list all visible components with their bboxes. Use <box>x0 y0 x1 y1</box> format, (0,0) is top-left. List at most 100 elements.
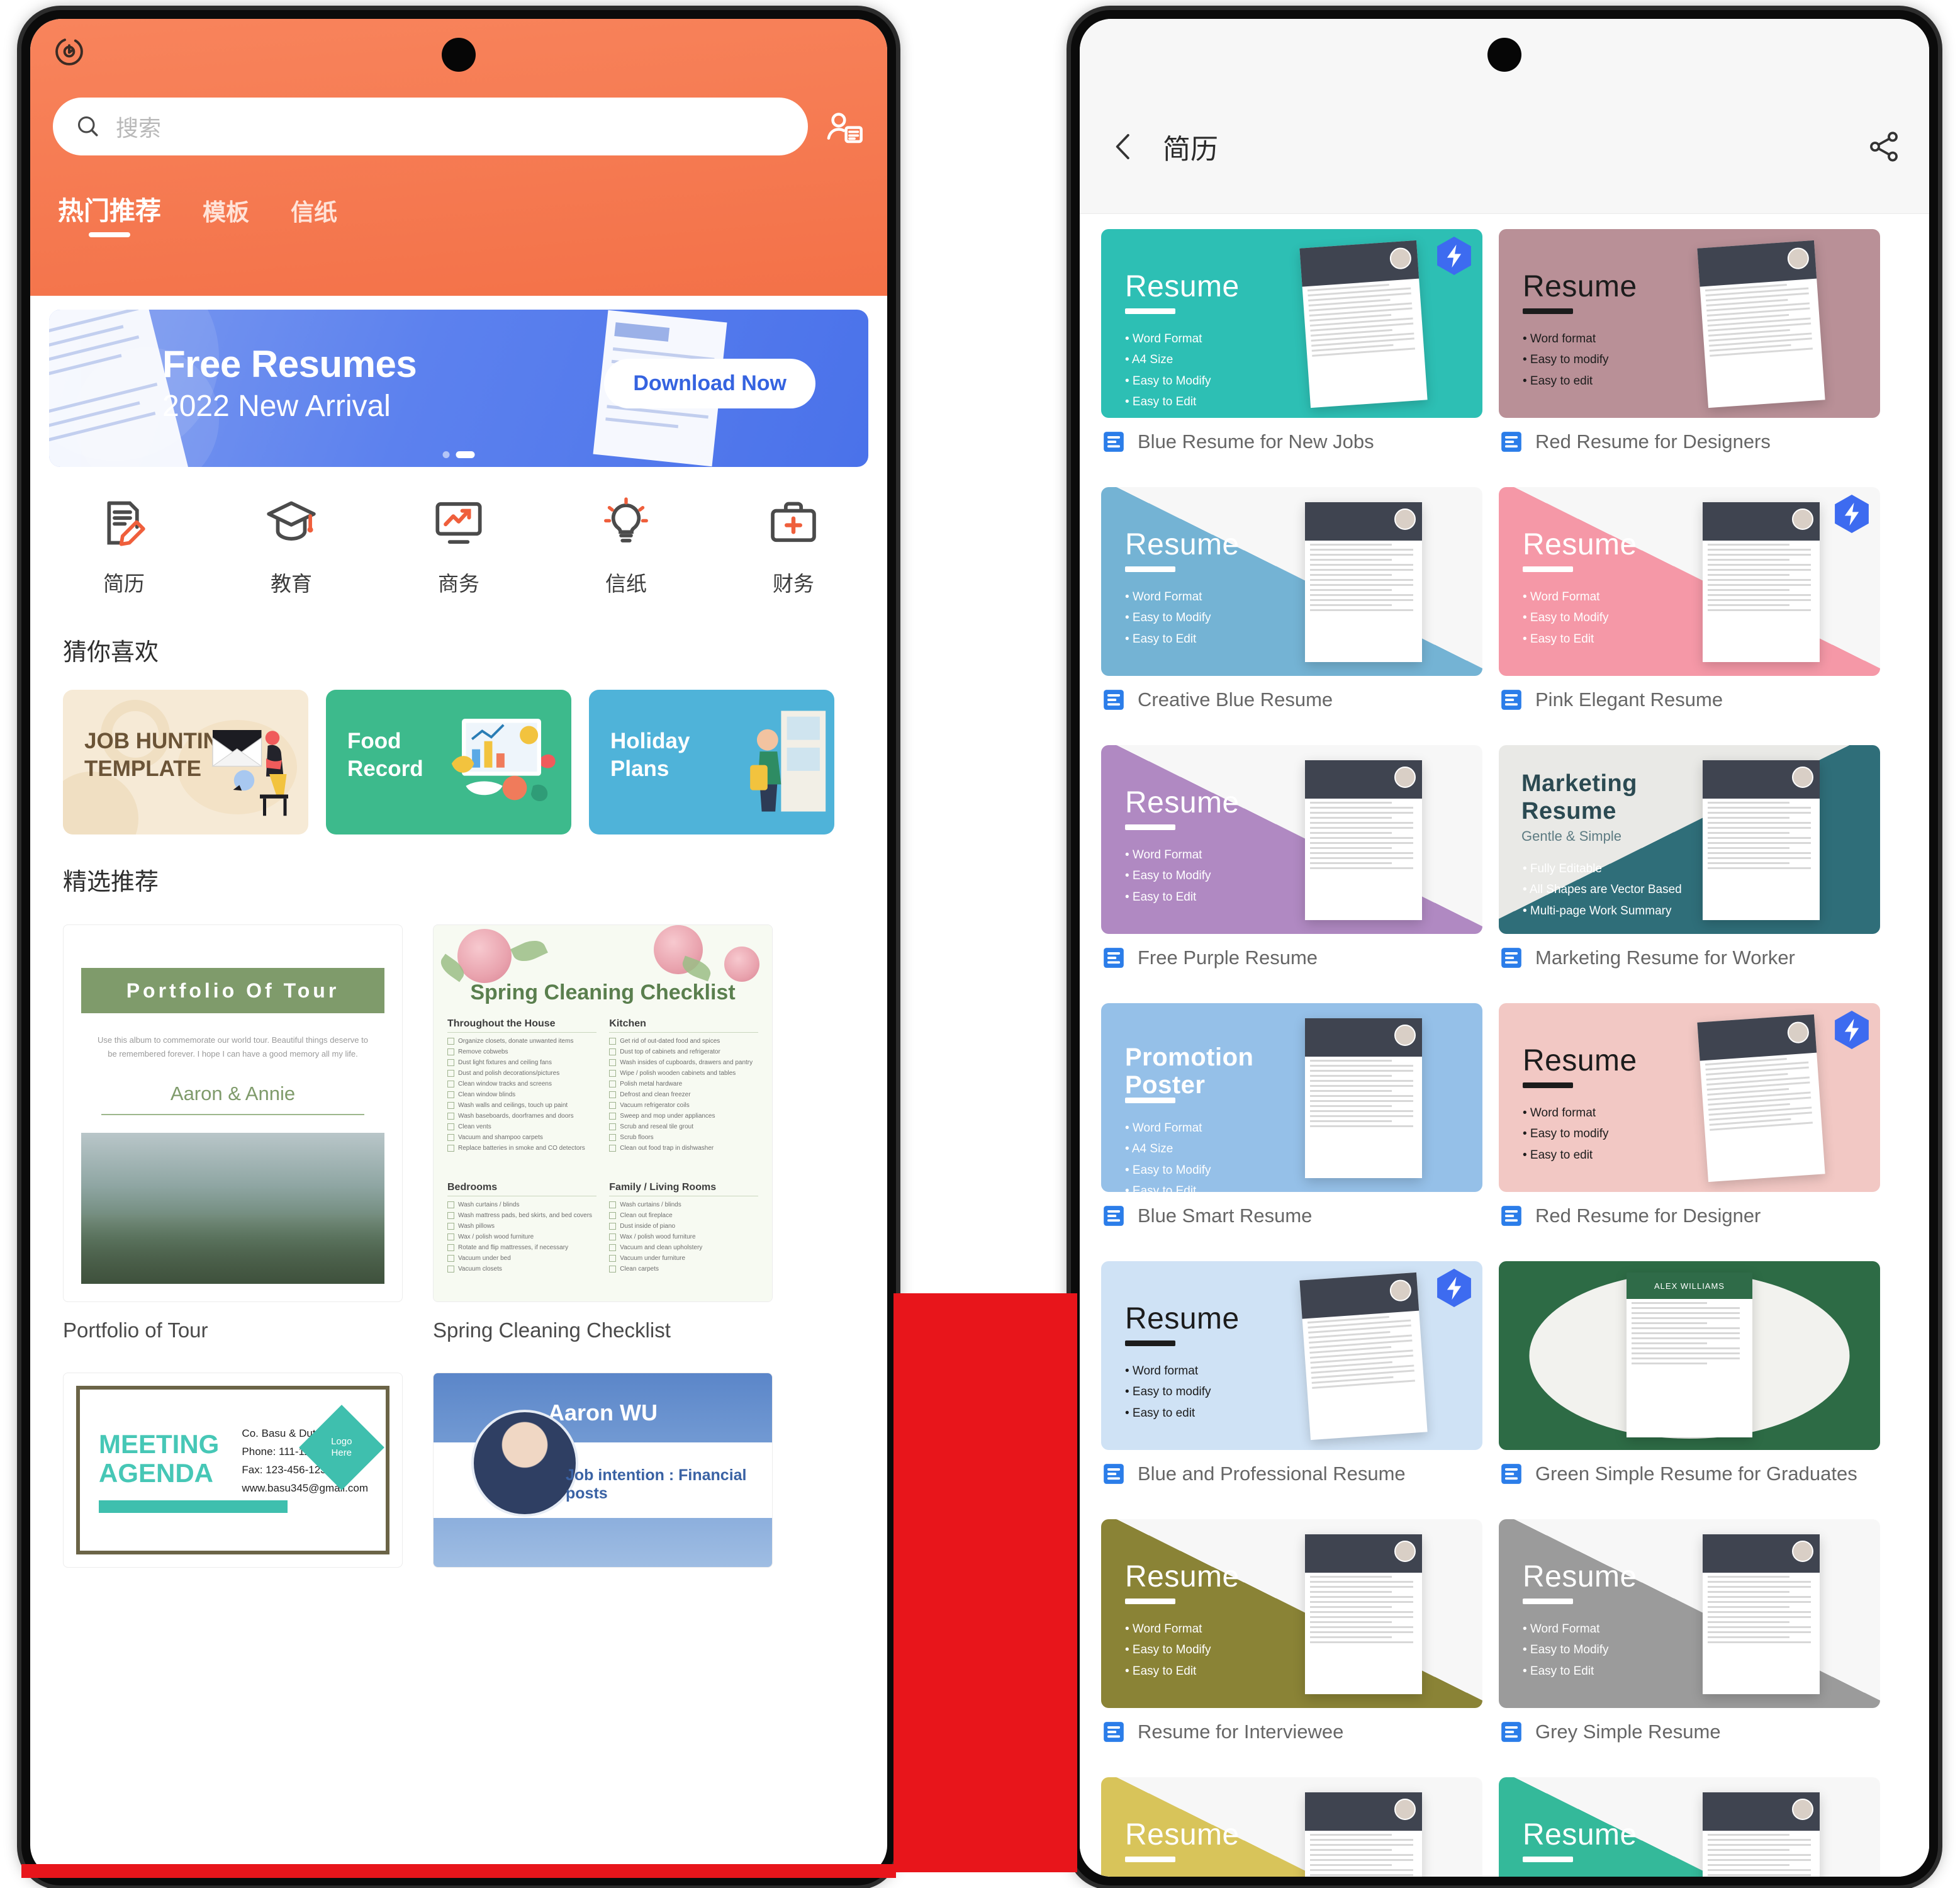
category-letterhead[interactable]: 信纸 <box>579 496 673 597</box>
checklist-item[interactable]: Vacuum under bed <box>447 1255 596 1262</box>
checkbox-icon[interactable] <box>447 1081 454 1087</box>
featured-item-meeting-agenda[interactable]: MEETING AGENDA Co. Basu & Dutta Phone: 1… <box>63 1373 403 1568</box>
resume-thumbnail[interactable]: Resume • Word Format • Easy to Modify • Ea… <box>1101 745 1482 934</box>
checklist-item[interactable]: Sweep and mop under appliances <box>609 1113 758 1120</box>
checkbox-icon[interactable] <box>447 1102 454 1109</box>
checkbox-icon[interactable] <box>447 1244 454 1251</box>
checklist-item[interactable]: Vacuum refrigerator coils <box>609 1102 758 1109</box>
category-education[interactable]: 教育 <box>244 496 339 597</box>
checklist-item[interactable]: Polish metal hardware <box>609 1081 758 1087</box>
checklist-item[interactable]: Rotate and flip mattresses, if necessary <box>447 1244 596 1251</box>
app-logo-icon[interactable] <box>53 35 86 68</box>
checkbox-icon[interactable] <box>447 1091 454 1098</box>
resume-thumbnail[interactable]: Resume • Word Format • Easy to Modify • Ea… <box>1499 1519 1880 1708</box>
resume-card[interactable]: Promotion Poster • Word Format • A4 Size •… <box>1101 1003 1482 1245</box>
resume-card[interactable]: Resume • Word format • Easy to modify • Ea… <box>1499 229 1880 471</box>
resume-thumbnail[interactable]: Resume • Word Format • Easy to Modify • Ea… <box>1101 487 1482 676</box>
checkbox-icon[interactable] <box>609 1255 617 1262</box>
checklist-item[interactable]: Remove cobwebs <box>447 1048 596 1055</box>
featured-item-aaron-wu[interactable]: Aaron WU Job intention : Financial posts <box>433 1373 773 1568</box>
resume-thumbnail[interactable]: Promotion Poster • Word Format • A4 Size •… <box>1101 1003 1482 1192</box>
resume-card[interactable]: Resume • Word Format • A4 Size • Easy to M… <box>1101 229 1482 471</box>
checkbox-icon[interactable] <box>609 1123 617 1130</box>
resume-thumbnail[interactable]: Marketing Resume Gentle & Simple • Fully… <box>1499 745 1880 934</box>
resume-card[interactable]: Resume <box>1499 1777 1880 1877</box>
checkbox-icon[interactable] <box>609 1113 617 1120</box>
checkbox-icon[interactable] <box>609 1102 617 1109</box>
checkbox-icon[interactable] <box>609 1091 617 1098</box>
checkbox-icon[interactable] <box>609 1048 617 1055</box>
resume-card[interactable]: Resume • Word Format • Easy to Modify • Ea… <box>1101 1519 1482 1761</box>
checklist-item[interactable]: Clean window blinds <box>447 1091 596 1098</box>
checklist-item[interactable]: Wash insides of cupboards, drawers and p… <box>609 1059 758 1066</box>
promo-banner[interactable]: Free Resumes 2022 New Arrival Download N… <box>49 310 868 467</box>
checklist-item[interactable]: Scrub and reseal tile grout <box>609 1123 758 1130</box>
tab-letterhead[interactable]: 信纸 <box>291 193 337 241</box>
checklist-item[interactable]: Vacuum under furniture <box>609 1255 758 1262</box>
search-input[interactable]: 搜索 <box>53 98 808 155</box>
checkbox-icon[interactable] <box>609 1134 617 1141</box>
resume-thumbnail[interactable]: Resume <box>1499 1777 1880 1877</box>
resume-thumbnail[interactable]: Resume • Word format • Easy to modify • Ea… <box>1101 1261 1482 1450</box>
checkbox-icon[interactable] <box>609 1212 617 1219</box>
checklist-item[interactable]: Vacuum and clean upholstery <box>609 1244 758 1251</box>
checklist-item[interactable]: Wash baseboards, doorframes and doors <box>447 1113 596 1120</box>
back-chevron-icon[interactable] <box>1107 130 1140 163</box>
checklist-item[interactable]: Defrost and clean freezer <box>609 1091 758 1098</box>
resume-card[interactable]: Marketing Resume Gentle & Simple • Fully… <box>1499 745 1880 987</box>
checkbox-icon[interactable] <box>609 1081 617 1087</box>
checklist-item[interactable]: Dust inside of piano <box>609 1223 758 1230</box>
checklist-item[interactable]: Wash curtains / blinds <box>609 1201 758 1208</box>
guess-card-food-record[interactable]: Food Record <box>326 690 571 834</box>
checklist-item[interactable]: Vacuum and shampoo carpets <box>447 1134 596 1141</box>
account-card-icon[interactable] <box>824 106 865 147</box>
checkbox-icon[interactable] <box>447 1266 454 1273</box>
checkbox-icon[interactable] <box>609 1244 617 1251</box>
checklist-item[interactable]: Dust top of cabinets and refrigerator <box>609 1048 758 1055</box>
checklist-item[interactable]: Vacuum closets <box>447 1266 596 1273</box>
checklist-item[interactable]: Clean out fireplace <box>609 1212 758 1219</box>
checkbox-icon[interactable] <box>447 1212 454 1219</box>
resume-card[interactable]: Resume • Word Format • Easy to Modify • Ea… <box>1101 745 1482 987</box>
tab-hot-recommend[interactable]: 热门推荐 <box>58 189 161 241</box>
checkbox-icon[interactable] <box>447 1048 454 1055</box>
checklist-item[interactable]: Wipe / polish wooden cabinets and tables <box>609 1070 758 1077</box>
checkbox-icon[interactable] <box>447 1123 454 1130</box>
share-icon[interactable] <box>1866 129 1901 164</box>
category-business[interactable]: 商务 <box>412 496 506 597</box>
checklist-item[interactable]: Clean vents <box>447 1123 596 1130</box>
resume-thumbnail[interactable]: Resume • Word Format • Easy to Modify • Ea… <box>1499 487 1880 676</box>
resume-card[interactable]: Resume • Word format • Easy to modify • Ea… <box>1499 1003 1880 1245</box>
checkbox-icon[interactable] <box>609 1201 617 1208</box>
resume-card[interactable]: Resume • Word Format • Easy to Modify • Ea… <box>1101 487 1482 729</box>
checkbox-icon[interactable] <box>447 1113 454 1120</box>
checklist-item[interactable]: Clean out food trap in dishwasher <box>609 1145 758 1152</box>
featured-item-spring-cleaning[interactable]: Spring Cleaning Checklist Throughout the… <box>433 924 773 1342</box>
checklist-item[interactable]: Wash curtains / blinds <box>447 1201 596 1208</box>
tab-templates[interactable]: 模板 <box>203 193 249 241</box>
resume-thumbnail[interactable]: Resume • Word Format • A4 Size • Easy to M… <box>1101 229 1482 418</box>
checkbox-icon[interactable] <box>447 1223 454 1230</box>
banner-dots[interactable] <box>442 451 475 458</box>
category-finance[interactable]: 财务 <box>746 496 841 597</box>
resume-card[interactable]: Resume • Word format • Easy to modify • Ea… <box>1101 1261 1482 1503</box>
checkbox-icon[interactable] <box>609 1070 617 1077</box>
category-resume[interactable]: 简历 <box>77 496 171 597</box>
resume-thumbnail[interactable]: Resume <box>1101 1777 1482 1877</box>
featured-item-portfolio[interactable]: Portfolio Of Tour Use this album to comm… <box>63 924 403 1342</box>
checklist-item[interactable]: Clean window tracks and screens <box>447 1081 596 1087</box>
resume-card[interactable]: Resume <box>1101 1777 1482 1877</box>
checkbox-icon[interactable] <box>609 1038 617 1045</box>
checkbox-icon[interactable] <box>609 1145 617 1152</box>
resume-card[interactable]: ALEX WILLIAMS Green Simple Resume for Gr… <box>1499 1261 1880 1503</box>
checkbox-icon[interactable] <box>447 1038 454 1045</box>
guess-card-list[interactable]: JOB HUNTING TEMPLATE Food Record Holiday… <box>30 667 887 834</box>
guess-card-holiday-plans[interactable]: Holiday Plans <box>589 690 834 834</box>
checkbox-icon[interactable] <box>609 1233 617 1240</box>
banner-download-button[interactable]: Download Now <box>604 359 815 408</box>
checklist-item[interactable]: Wax / polish wood furniture <box>447 1233 596 1240</box>
checkbox-icon[interactable] <box>447 1201 454 1208</box>
checklist-item[interactable]: Organize closets, donate unwanted items <box>447 1038 596 1045</box>
resume-thumbnail[interactable]: ALEX WILLIAMS <box>1499 1261 1880 1450</box>
resume-thumbnail[interactable]: Resume • Word format • Easy to modify • Ea… <box>1499 229 1880 418</box>
